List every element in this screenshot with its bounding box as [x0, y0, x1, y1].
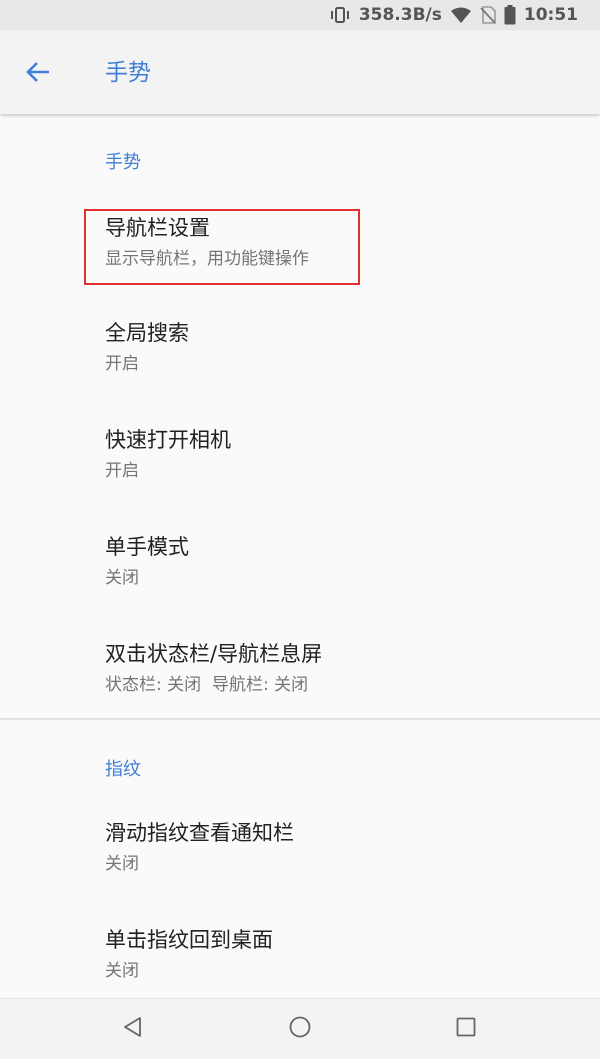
section-header-fingerprint: 指纹 [105, 759, 141, 780]
navigation-bar [0, 998, 600, 1059]
nav-home-button[interactable] [270, 1007, 330, 1051]
back-button[interactable] [16, 52, 60, 96]
pref-title: 全局搜索 [105, 321, 189, 345]
pref-summary: 显示导航栏，用功能键操作 [105, 249, 309, 269]
pref-item-swipe-fingerprint-notifications[interactable]: 滑动指纹查看通知栏 关闭 [0, 818, 600, 912]
vibrate-icon [329, 6, 351, 24]
recents-square-icon [456, 1017, 476, 1041]
section-divider [0, 718, 600, 720]
page-title: 手势 [105, 60, 151, 86]
pref-title: 导航栏设置 [105, 216, 210, 240]
pref-title: 双击状态栏/导航栏息屏 [105, 642, 323, 666]
home-circle-icon [288, 1015, 312, 1043]
no-sim-icon [480, 6, 496, 24]
pref-item-navigation-bar-settings[interactable]: 导航栏设置 显示导航栏，用功能键操作 [0, 213, 600, 307]
back-triangle-icon [122, 1016, 144, 1042]
section-header-gestures: 手势 [105, 152, 141, 173]
pref-item-quick-camera[interactable]: 快速打开相机 开启 [0, 425, 600, 519]
pref-title: 单手模式 [105, 535, 189, 559]
pref-title: 滑动指纹查看通知栏 [105, 821, 294, 845]
app-bar: 手势 [0, 30, 600, 114]
nav-back-button[interactable] [103, 1007, 163, 1051]
battery-icon [504, 5, 516, 25]
status-icons: 358.3B/s 10:51 [329, 0, 578, 30]
pref-summary: 状态栏: 关闭 导航栏: 关闭 [105, 675, 309, 695]
arrow-left-icon [25, 61, 51, 87]
pref-summary: 关闭 [105, 854, 139, 874]
status-bar: 358.3B/s 10:51 [0, 0, 600, 30]
wifi-icon [450, 6, 472, 24]
pref-item-global-search[interactable]: 全局搜索 开启 [0, 318, 600, 412]
pref-title: 快速打开相机 [105, 428, 231, 452]
nav-recents-button[interactable] [436, 1007, 496, 1051]
pref-summary: 关闭 [105, 961, 139, 981]
pref-summary: 开启 [105, 461, 139, 481]
clock: 10:51 [523, 5, 578, 25]
pref-summary: 开启 [105, 354, 139, 374]
net-speed: 358.3B/s [358, 5, 442, 25]
pref-summary: 关闭 [105, 568, 139, 588]
pref-item-one-hand-mode[interactable]: 单手模式 关闭 [0, 532, 600, 626]
pref-title: 单击指纹回到桌面 [105, 928, 273, 952]
